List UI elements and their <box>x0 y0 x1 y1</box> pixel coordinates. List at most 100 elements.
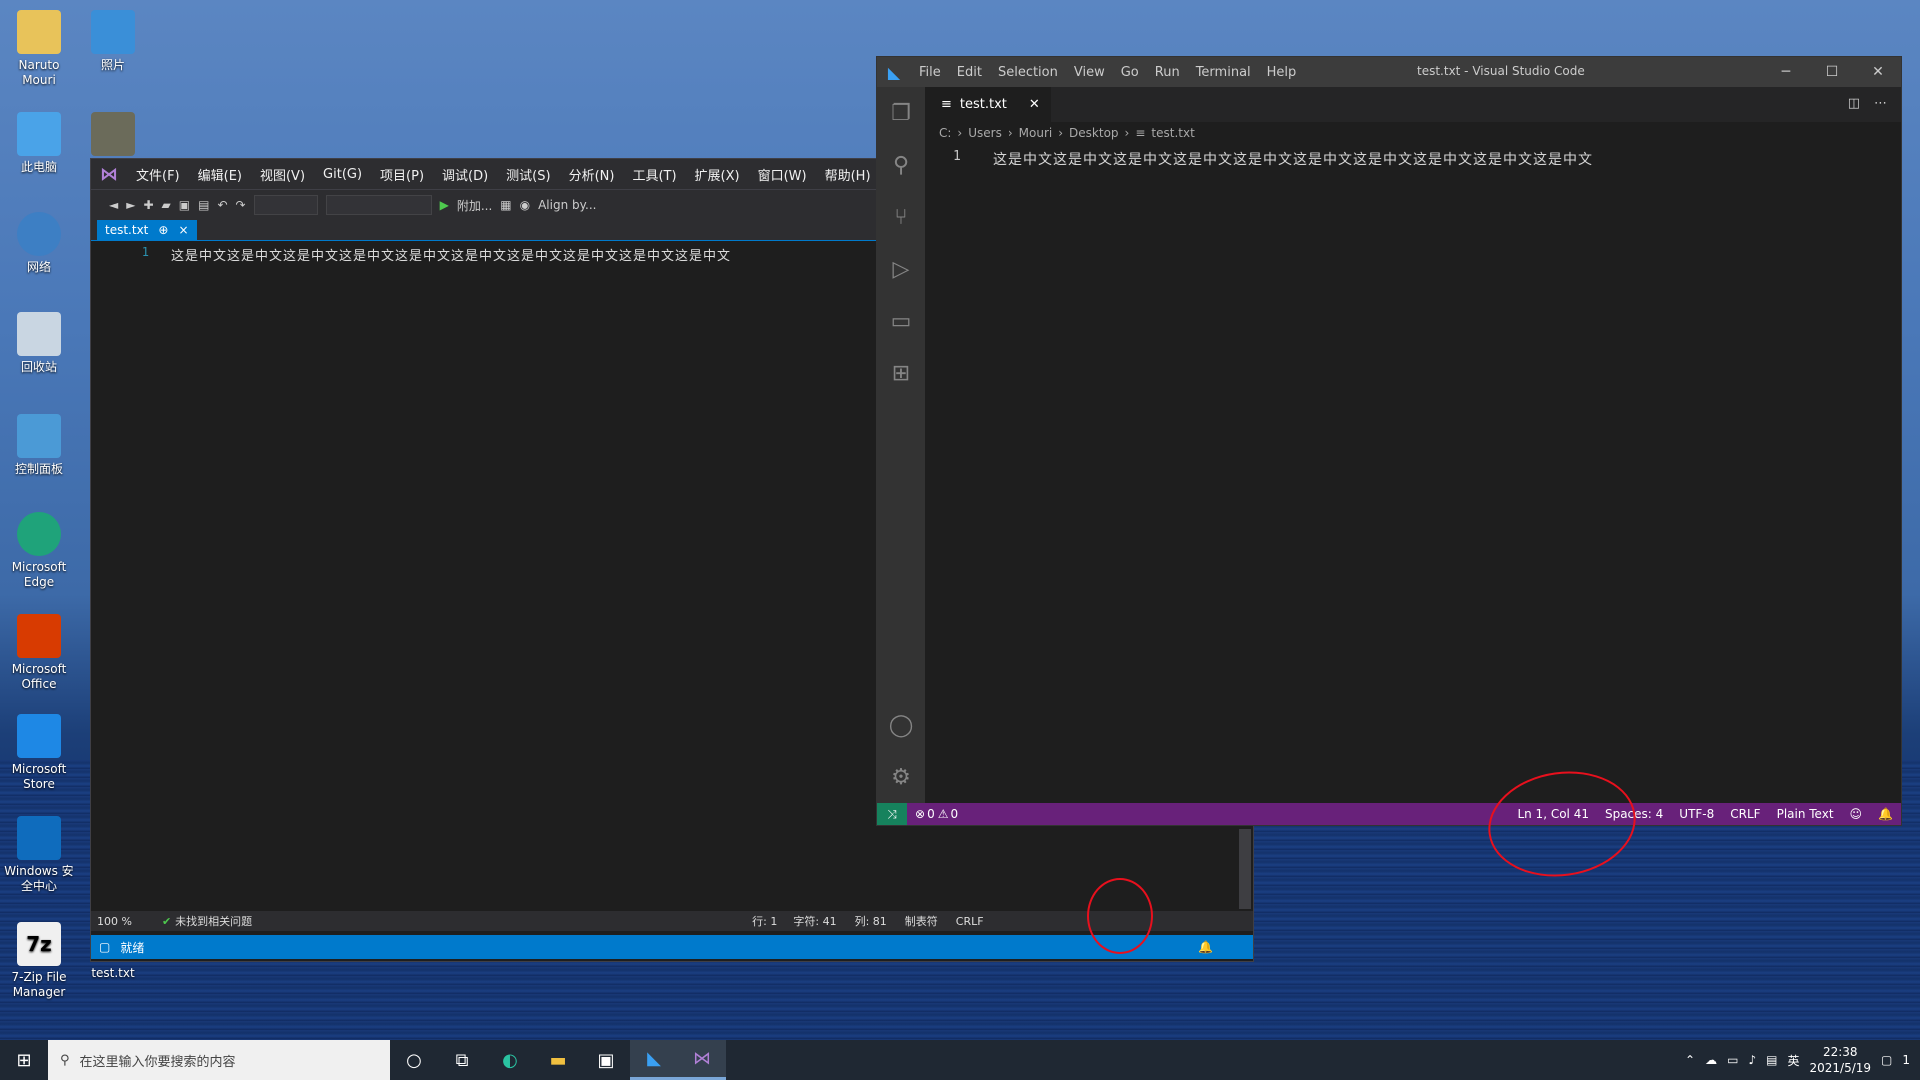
open-folder-icon[interactable]: ▰ <box>162 198 171 212</box>
ime-indicator[interactable]: 英 <box>1787 1052 1799 1069</box>
task-view-icon[interactable]: ⧉ <box>438 1040 486 1080</box>
editor-text-line[interactable]: 这是中文这是中文这是中文这是中文这是中文这是中文这是中文这是中文这是中文这是中文 <box>171 245 731 264</box>
vs-menu-view[interactable]: 视图(V) <box>251 165 314 184</box>
desktop-icon-windows-security[interactable]: Windows 安全中心 <box>0 816 78 894</box>
vscode-menu-view[interactable]: View <box>1066 65 1113 80</box>
minimize-icon[interactable]: ─ <box>1763 57 1809 87</box>
issues-status[interactable]: 未找到相关问题 <box>175 913 252 929</box>
desktop-icon-store[interactable]: Microsoft Store <box>0 714 78 792</box>
new-item-icon[interactable]: ✚ <box>143 198 153 212</box>
vs-menu-window[interactable]: 窗口(W) <box>749 165 816 184</box>
warning-count[interactable]: 0 <box>950 807 958 821</box>
encoding-setting[interactable]: UTF-8 <box>1679 807 1714 821</box>
attach-button[interactable]: 附加... <box>457 197 492 214</box>
cortana-icon[interactable]: ○ <box>390 1040 438 1080</box>
browse-icon[interactable]: ▦ <box>500 198 511 212</box>
notification-bell-icon[interactable]: 🔔 <box>1878 807 1893 821</box>
vs-menu-file[interactable]: 文件(F) <box>127 165 189 184</box>
vscode-window[interactable]: ◣ File Edit Selection View Go Run Termin… <box>876 56 1902 826</box>
redo-icon[interactable]: ↷ <box>236 198 246 212</box>
vs-menu-test[interactable]: 测试(S) <box>497 165 559 184</box>
network-icon[interactable]: ▤ <box>1766 1053 1777 1067</box>
forward-icon[interactable]: ► <box>126 198 135 212</box>
clock[interactable]: 22:38 2021/5/19 <box>1809 1044 1871 1076</box>
vs-menu-tools[interactable]: 工具(T) <box>623 165 685 184</box>
vscode-menu-edit[interactable]: Edit <box>949 65 990 80</box>
desktop-icon-test-txt[interactable]: test.txt <box>74 966 152 981</box>
extensions-icon[interactable]: ⊞ <box>877 347 925 399</box>
notification-center-icon[interactable]: ▢ <box>1881 1053 1892 1067</box>
screenshot-icon[interactable]: ◉ <box>520 198 530 212</box>
language-mode[interactable]: Plain Text <box>1777 807 1834 821</box>
save-all-icon[interactable]: ▤ <box>198 198 209 212</box>
undo-icon[interactable]: ↶ <box>217 198 227 212</box>
platform-dropdown[interactable] <box>325 195 432 215</box>
feedback-icon[interactable]: ☺ <box>1850 807 1863 821</box>
vscode-menu-go[interactable]: Go <box>1113 65 1147 80</box>
vs-menu-debug[interactable]: 调试(D) <box>433 165 497 184</box>
battery-icon[interactable]: ▭ <box>1727 1053 1738 1067</box>
windows-start-icon[interactable]: ⊞ <box>0 1050 48 1071</box>
visual-studio-taskbar-icon[interactable]: ⋈ <box>678 1040 726 1080</box>
edge-taskbar-icon[interactable]: ◐ <box>486 1040 534 1080</box>
source-control-icon[interactable]: ⑂ <box>877 191 925 243</box>
play-icon[interactable]: ▶ <box>440 198 449 212</box>
breadcrumb-item[interactable]: Users <box>968 126 1002 140</box>
run-debug-icon[interactable]: ▷ <box>877 243 925 295</box>
search-icon[interactable]: ⚲ <box>877 139 925 191</box>
error-count[interactable]: 0 <box>927 807 935 821</box>
eol-indicator[interactable]: CRLF <box>956 915 984 928</box>
split-editor-icon[interactable]: ◫ <box>1848 96 1860 111</box>
vs-menu-help[interactable]: 帮助(H) <box>816 165 880 184</box>
notification-bell-icon[interactable]: 🔔 <box>1198 940 1213 954</box>
desktop-icon-edge[interactable]: Microsoft Edge <box>0 512 78 590</box>
remote-indicator-icon[interactable]: ⤨ <box>877 803 907 825</box>
desktop-icon-office[interactable]: Microsoft Office <box>0 614 78 692</box>
vs-tab-test-txt[interactable]: test.txt ⊕ × <box>97 220 197 240</box>
desktop-icon-control-panel[interactable]: 控制面板 <box>0 414 78 477</box>
vs-menu-edit[interactable]: 编辑(E) <box>189 165 251 184</box>
desktop-icon-gimp[interactable] <box>74 112 152 156</box>
close-icon[interactable]: ✕ <box>1855 57 1901 87</box>
pin-icon[interactable]: ⊕ <box>158 220 168 240</box>
configuration-dropdown[interactable] <box>253 195 318 215</box>
vscode-editor[interactable]: 1 这是中文这是中文这是中文这是中文这是中文这是中文这是中文这是中文这是中文这是… <box>925 145 1901 803</box>
breadcrumb-item[interactable]: test.txt <box>1151 126 1194 140</box>
vs-menu-project[interactable]: 项目(P) <box>371 165 433 184</box>
vscode-menu-file[interactable]: File <box>911 65 949 80</box>
vs-menu-git[interactable]: Git(G) <box>314 167 371 182</box>
zoom-level[interactable]: 100 % <box>97 915 132 928</box>
vscode-menu-help[interactable]: Help <box>1259 65 1305 80</box>
vs-menu-analyze[interactable]: 分析(N) <box>560 165 624 184</box>
file-explorer-icon[interactable]: ▬ <box>534 1040 582 1080</box>
vertical-scrollbar[interactable] <box>1239 829 1251 909</box>
vscode-menu-selection[interactable]: Selection <box>990 65 1066 80</box>
vscode-taskbar-icon[interactable]: ◣ <box>630 1040 678 1080</box>
close-icon[interactable]: ✕ <box>1029 97 1040 112</box>
eol-setting[interactable]: CRLF <box>1730 807 1760 821</box>
store-taskbar-icon[interactable]: ▣ <box>582 1040 630 1080</box>
taskbar-search-box[interactable]: ⚲ 在这里输入你要搜索的内容 <box>48 1040 390 1080</box>
breadcrumb-item[interactable]: Mouri <box>1019 126 1053 140</box>
volume-icon[interactable]: ♪ <box>1748 1053 1756 1067</box>
accounts-icon[interactable]: ◯ <box>877 699 925 751</box>
close-icon[interactable]: × <box>178 220 188 240</box>
save-icon[interactable]: ▣ <box>179 198 190 212</box>
desktop-icon-user-folder[interactable]: Naruto Mouri <box>0 10 78 88</box>
explorer-icon[interactable]: ❐ <box>877 87 925 139</box>
onedrive-icon[interactable]: ☁ <box>1705 1053 1717 1067</box>
vscode-tab-test-txt[interactable]: ≡ test.txt ✕ <box>925 87 1051 122</box>
desktop-icon-photos[interactable]: 照片 <box>74 10 152 73</box>
back-icon[interactable]: ◄ <box>109 198 118 212</box>
editor-text-line[interactable]: 这是中文这是中文这是中文这是中文这是中文这是中文这是中文这是中文这是中文这是中文 <box>993 149 1593 169</box>
vscode-menu-run[interactable]: Run <box>1147 65 1188 80</box>
align-by-button[interactable]: Align by... <box>538 198 596 212</box>
desktop-icon-network[interactable]: 网络 <box>0 212 78 275</box>
desktop-icon-this-pc[interactable]: 此电脑 <box>0 112 78 175</box>
desktop-icon-7zip[interactable]: 7z 7-Zip File Manager <box>0 922 78 1000</box>
chevron-up-icon[interactable]: ⌃ <box>1685 1053 1695 1067</box>
breadcrumb-item[interactable]: C: <box>939 126 951 140</box>
vs-menu-extensions[interactable]: 扩展(X) <box>686 165 749 184</box>
remote-explorer-icon[interactable]: ▭ <box>877 295 925 347</box>
desktop-icon-recycle-bin[interactable]: 回收站 <box>0 312 78 375</box>
